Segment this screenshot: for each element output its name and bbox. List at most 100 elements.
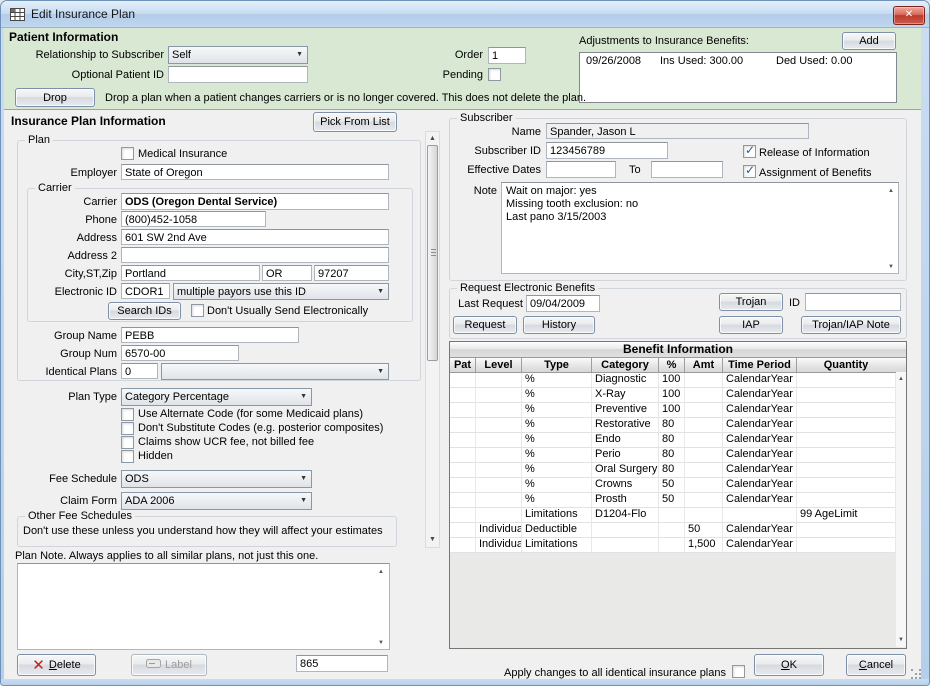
benefit-row[interactable]: % Preventive 100 CalendarYear	[450, 403, 895, 418]
col-time-period[interactable]: Time Period	[723, 358, 797, 372]
chevron-down-icon: ▼	[300, 390, 307, 404]
col-amt[interactable]: Amt	[685, 358, 723, 372]
window-border-bottom	[1, 679, 930, 686]
scroll-down-icon[interactable]: ▼	[898, 636, 904, 644]
delete-button[interactable]: ✕ Delete	[17, 654, 96, 676]
subscriber-groupbox-label: Subscriber	[457, 112, 516, 124]
state-input[interactable]: OR	[262, 265, 312, 281]
scroll-down-icon[interactable]: ▼	[378, 639, 384, 647]
plan-note-textarea[interactable]	[17, 563, 390, 650]
claim-form-label: Claim Form	[9, 495, 117, 508]
relationship-select[interactable]: Self▼	[168, 46, 308, 64]
plan-info-heading: Insurance Plan Information	[11, 114, 166, 128]
release-of-information-checkbox[interactable]: ✓	[743, 145, 756, 158]
col-pat[interactable]: Pat	[450, 358, 476, 372]
carrier-input[interactable]: ODS (Oregon Dental Service)	[121, 193, 389, 210]
col-percent[interactable]: %	[659, 358, 685, 372]
search-ids-button[interactable]: Search IDs	[108, 302, 181, 320]
effective-to-label: To	[629, 164, 641, 177]
trojan-id-input[interactable]	[805, 293, 901, 311]
plan-num-input[interactable]: 865	[296, 655, 388, 672]
last-request-input[interactable]: 09/04/2009	[526, 295, 600, 312]
resize-grip[interactable]	[911, 669, 913, 671]
history-button[interactable]: History	[523, 316, 595, 334]
address2-input[interactable]	[121, 247, 389, 263]
benefit-table-scrollbar[interactable]: ▲ ▼	[896, 372, 906, 647]
phone-input[interactable]: (800)452-1058	[121, 211, 266, 227]
plan-option-checkbox[interactable]	[121, 436, 134, 449]
address-input[interactable]: 601 SW 2nd Ave	[121, 229, 389, 245]
scroll-up-icon[interactable]: ▲	[888, 187, 894, 195]
scrollbar-thumb[interactable]	[427, 145, 438, 361]
col-level[interactable]: Level	[476, 358, 522, 372]
identical-plans-select[interactable]: ▼	[161, 363, 389, 380]
plan-option-checkbox[interactable]	[121, 450, 134, 463]
dont-send-electronically-checkbox[interactable]: ✓	[191, 304, 204, 317]
close-icon[interactable]: ✕	[893, 6, 925, 25]
plan-type-select[interactable]: Category Percentage▼	[121, 388, 312, 406]
adjustments-label: Adjustments to Insurance Benefits:	[579, 35, 749, 48]
pick-from-list-button[interactable]: Pick From List	[313, 112, 397, 132]
medical-insurance-checkbox[interactable]: ✓	[121, 147, 134, 160]
plan-option-checkbox[interactable]	[121, 422, 134, 435]
plan-option[interactable]: Don't Substitute Codes (e.g. posterior c…	[121, 421, 411, 435]
cancel-button[interactable]: Cancel	[846, 654, 906, 676]
trojan-iap-note-button[interactable]: Trojan/IAP Note	[801, 316, 901, 334]
ok-button[interactable]: OK	[754, 654, 824, 676]
order-input[interactable]: 1	[488, 47, 526, 64]
payor-select[interactable]: multiple payors use this ID▼	[173, 283, 389, 300]
benefit-row[interactable]: % Diagnostic 100 CalendarYear	[450, 373, 895, 388]
adjustments-list[interactable]: 09/26/2008 Ins Used: 300.00 Ded Used: 0.…	[579, 52, 897, 103]
plan-option-checkbox[interactable]	[121, 408, 134, 421]
scroll-down-icon[interactable]: ▼	[888, 263, 894, 271]
trojan-button[interactable]: Trojan	[719, 293, 783, 311]
plan-option[interactable]: Hidden	[121, 449, 411, 463]
employer-input[interactable]: State of Oregon	[121, 164, 389, 180]
add-button[interactable]: Add	[842, 32, 896, 50]
grid-icon	[10, 8, 25, 24]
subscriber-note-textarea[interactable]: Wait on major: yes Missing tooth exclusi…	[501, 182, 899, 274]
group-num-input[interactable]: 6570-00	[121, 345, 239, 361]
zip-input[interactable]: 97207	[314, 265, 389, 281]
fee-schedule-select[interactable]: ODS▼	[121, 470, 312, 488]
effective-to-input[interactable]	[651, 161, 723, 178]
label-button[interactable]: Label	[131, 654, 207, 676]
benefit-row[interactable]: Individual Deductible 50 CalendarYear	[450, 523, 895, 538]
scroll-up-icon[interactable]: ▲	[898, 375, 904, 383]
plan-option[interactable]: Use Alternate Code (for some Medicaid pl…	[121, 407, 411, 421]
scroll-down-icon[interactable]: ▼	[426, 535, 439, 545]
trojan-id-label: ID	[789, 297, 800, 310]
benefit-row[interactable]: % Crowns 50 CalendarYear	[450, 478, 895, 493]
adjustment-entry[interactable]: 09/26/2008 Ins Used: 300.00 Ded Used: 0.…	[580, 53, 896, 68]
pending-checkbox[interactable]: ✓	[488, 68, 501, 81]
benefit-row[interactable]: % Prosth 50 CalendarYear	[450, 493, 895, 508]
plan-option[interactable]: Claims show UCR fee, not billed fee	[121, 435, 411, 449]
benefit-row[interactable]: % Restorative 80 CalendarYear	[450, 418, 895, 433]
assignment-of-benefits-checkbox[interactable]: ✓	[743, 165, 756, 178]
col-category[interactable]: Category	[592, 358, 659, 372]
benefit-row[interactable]: % Endo 80 CalendarYear	[450, 433, 895, 448]
drop-button[interactable]: Drop	[15, 88, 95, 107]
benefit-row[interactable]: Individual Limitations 1,500 CalendarYea…	[450, 538, 895, 553]
optional-patient-id-input[interactable]	[168, 66, 308, 83]
subscriber-id-input[interactable]: 123456789	[546, 142, 668, 159]
electronic-id-input[interactable]: CDOR1	[121, 283, 170, 299]
city-input[interactable]: Portland	[121, 265, 260, 281]
title-bar[interactable]: Edit Insurance Plan ✕	[1, 1, 929, 28]
col-quantity[interactable]: Quantity	[797, 358, 895, 372]
effective-from-input[interactable]	[546, 161, 616, 178]
benefit-row[interactable]: Limitations D1204-Flo 99 AgeLimit	[450, 508, 895, 523]
plan-type-label: Plan Type	[9, 391, 117, 404]
col-type[interactable]: Type	[522, 358, 592, 372]
apply-identical-checkbox[interactable]: ✓	[732, 665, 745, 678]
identical-plans-input[interactable]: 0	[121, 363, 158, 379]
iap-button[interactable]: IAP	[719, 316, 783, 334]
claim-form-select[interactable]: ADA 2006▼	[121, 492, 312, 510]
group-name-input[interactable]: PEBB	[121, 327, 299, 343]
benefit-row[interactable]: % Oral Surgery 80 CalendarYear	[450, 463, 895, 478]
request-button[interactable]: Request	[453, 316, 517, 334]
benefit-row[interactable]: % Perio 80 CalendarYear	[450, 448, 895, 463]
scroll-up-icon[interactable]: ▲	[426, 134, 439, 144]
scroll-up-icon[interactable]: ▲	[378, 568, 384, 576]
benefit-row[interactable]: % X-Ray 100 CalendarYear	[450, 388, 895, 403]
